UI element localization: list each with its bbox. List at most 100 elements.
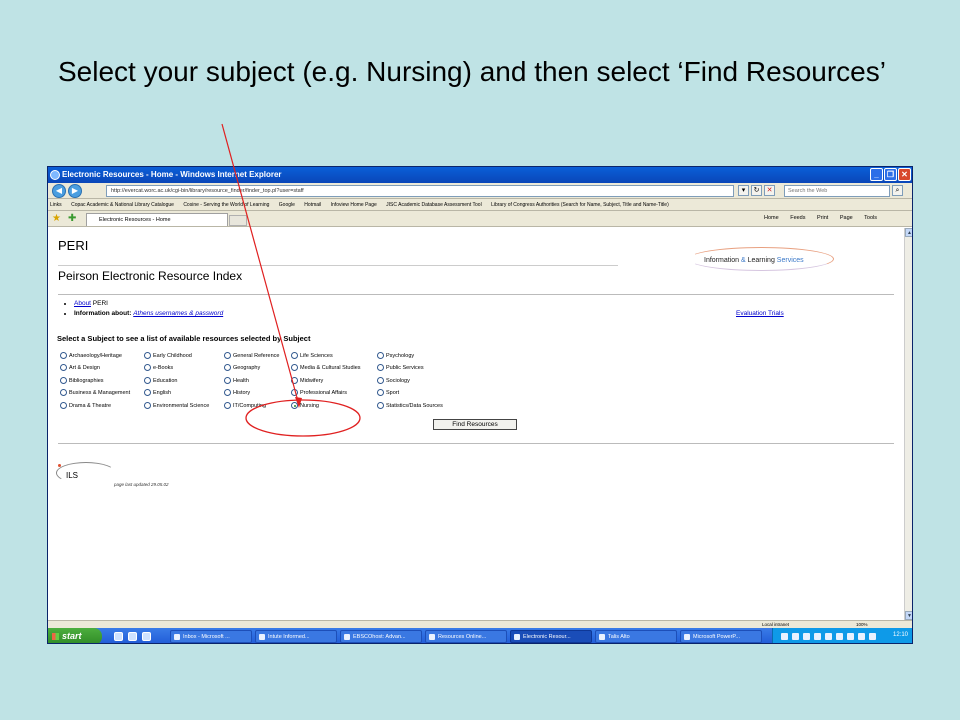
taskbar-item[interactable]: Intute Informed... bbox=[255, 630, 337, 643]
about-link[interactable]: About bbox=[74, 300, 91, 307]
restore-button[interactable]: ❐ bbox=[884, 168, 897, 181]
taskbar-item[interactable]: EBSCOhost: Advan... bbox=[340, 630, 422, 643]
taskbar-item[interactable]: Talis Alto bbox=[595, 630, 677, 643]
radio-icon[interactable] bbox=[224, 364, 231, 371]
radio-icon[interactable] bbox=[60, 402, 67, 409]
link-item[interactable]: Copac Academic & National Library Catalo… bbox=[71, 202, 174, 208]
tray-icon[interactable] bbox=[814, 633, 821, 640]
subject-option[interactable]: Archaeology/Heritage bbox=[60, 352, 122, 359]
radio-icon[interactable] bbox=[224, 402, 231, 409]
subject-option[interactable]: English bbox=[144, 389, 171, 396]
taskbar-item[interactable]: Inbox - Microsoft ... bbox=[170, 630, 252, 643]
add-favorites-icon[interactable]: ✚ bbox=[68, 213, 76, 224]
radio-icon[interactable] bbox=[377, 352, 384, 359]
tray-icon[interactable] bbox=[847, 633, 854, 640]
subject-option[interactable]: Statistics/Data Sources bbox=[377, 402, 443, 409]
subject-option[interactable]: Public Services bbox=[377, 364, 424, 371]
radio-icon[interactable] bbox=[144, 402, 151, 409]
link-item[interactable]: Google bbox=[279, 202, 295, 208]
subject-option[interactable]: Psychology bbox=[377, 352, 414, 359]
radio-icon[interactable] bbox=[291, 364, 298, 371]
stop-icon[interactable]: ✕ bbox=[764, 185, 775, 196]
ie-quicklaunch-icon[interactable] bbox=[128, 632, 137, 641]
subject-option[interactable]: General Reference bbox=[224, 352, 279, 359]
search-icon[interactable]: ⌕ bbox=[892, 185, 903, 196]
subject-option[interactable]: Health bbox=[224, 377, 249, 384]
back-button[interactable]: ◀ bbox=[52, 184, 66, 198]
radio-icon[interactable] bbox=[224, 389, 231, 396]
link-item[interactable]: Infoview Home Page bbox=[331, 202, 377, 208]
minimize-button[interactable]: _ bbox=[870, 168, 883, 181]
tray-icon[interactable] bbox=[858, 633, 865, 640]
tab-electronic-resources[interactable]: Electronic Resources - Home bbox=[86, 213, 228, 226]
radio-icon[interactable] bbox=[60, 389, 67, 396]
subject-option[interactable]: Professional Affairs bbox=[291, 389, 347, 396]
radio-icon[interactable] bbox=[377, 377, 384, 384]
tray-icon[interactable] bbox=[836, 633, 843, 640]
radio-icon[interactable] bbox=[60, 364, 67, 371]
subject-option[interactable]: Geography bbox=[224, 364, 260, 371]
scroll-up-icon[interactable]: ▲ bbox=[905, 228, 912, 237]
taskbar-item-active[interactable]: Electronic Resour... bbox=[510, 630, 592, 643]
home-icon[interactable]: Home bbox=[764, 215, 779, 221]
subject-option[interactable]: History bbox=[224, 389, 250, 396]
subject-option[interactable]: Sociology bbox=[377, 377, 410, 384]
page-menu[interactable]: Page bbox=[840, 215, 853, 221]
radio-icon[interactable] bbox=[60, 352, 67, 359]
taskbar-item[interactable]: Resources Online... bbox=[425, 630, 507, 643]
radio-icon[interactable] bbox=[291, 352, 298, 359]
zoom-level[interactable]: 100% bbox=[856, 622, 868, 627]
quicklaunch-icon[interactable] bbox=[114, 632, 123, 641]
radio-selected-icon[interactable] bbox=[291, 402, 298, 409]
link-item[interactable]: Library of Congress Authorities (Search … bbox=[491, 202, 669, 208]
link-item[interactable]: JISC Academic Database Assessment Tool bbox=[386, 202, 482, 208]
url-input[interactable]: http://evercat.worc.ac.uk/cgi-bin/librar… bbox=[106, 185, 734, 197]
dropdown-arrow-icon[interactable]: ▾ bbox=[738, 185, 749, 196]
close-button[interactable]: ✕ bbox=[898, 168, 911, 181]
tray-icon[interactable] bbox=[825, 633, 832, 640]
new-tab-button[interactable] bbox=[229, 215, 247, 226]
search-input[interactable]: Search the Web bbox=[784, 185, 890, 197]
subject-option[interactable]: Drama & Theatre bbox=[60, 402, 111, 409]
subject-option[interactable]: Early Childhood bbox=[144, 352, 192, 359]
subject-option[interactable]: Education bbox=[144, 377, 177, 384]
radio-icon[interactable] bbox=[291, 389, 298, 396]
subject-option[interactable]: Bibliographies bbox=[60, 377, 104, 384]
taskbar-item[interactable]: Microsoft PowerP... bbox=[680, 630, 762, 643]
link-item[interactable]: Cosine - Serving the World of Learning bbox=[183, 202, 269, 208]
athens-link[interactable]: Athens usernames & password bbox=[133, 310, 223, 317]
radio-icon[interactable] bbox=[60, 377, 67, 384]
subject-option-nursing[interactable]: Nursing bbox=[291, 402, 319, 409]
find-resources-button[interactable]: Find Resources bbox=[433, 419, 517, 430]
radio-icon[interactable] bbox=[144, 389, 151, 396]
subject-option[interactable]: Business & Management bbox=[60, 389, 130, 396]
tray-icon[interactable] bbox=[803, 633, 810, 640]
scroll-down-icon[interactable]: ▼ bbox=[905, 611, 912, 620]
evaluation-trials-link[interactable]: Evaluation Trials bbox=[736, 310, 784, 317]
forward-button[interactable]: ▶ bbox=[68, 184, 82, 198]
refresh-icon[interactable]: ↻ bbox=[751, 185, 762, 196]
tray-icon[interactable] bbox=[869, 633, 876, 640]
subject-option[interactable]: Sport bbox=[377, 389, 399, 396]
subject-option[interactable]: Art & Design bbox=[60, 364, 100, 371]
feeds-icon[interactable]: Feeds bbox=[790, 215, 805, 221]
radio-icon[interactable] bbox=[144, 377, 151, 384]
subject-option[interactable]: IT/Computing bbox=[224, 402, 266, 409]
vertical-scrollbar[interactable]: ▲ ▼ bbox=[904, 228, 912, 620]
tray-icon[interactable] bbox=[792, 633, 799, 640]
radio-icon[interactable] bbox=[224, 377, 231, 384]
radio-icon[interactable] bbox=[144, 352, 151, 359]
subject-option[interactable]: Life Sciences bbox=[291, 352, 333, 359]
link-item[interactable]: Hotmail bbox=[304, 202, 321, 208]
start-button[interactable]: start bbox=[48, 628, 102, 643]
subject-option[interactable]: e-Books bbox=[144, 364, 173, 371]
radio-icon[interactable] bbox=[144, 364, 151, 371]
print-icon[interactable]: Print bbox=[817, 215, 828, 221]
favorites-star-icon[interactable]: ★ bbox=[52, 213, 61, 224]
radio-icon[interactable] bbox=[224, 352, 231, 359]
subject-option[interactable]: Midwifery bbox=[291, 377, 323, 384]
radio-icon[interactable] bbox=[377, 389, 384, 396]
tray-icon[interactable] bbox=[781, 633, 788, 640]
tools-menu[interactable]: Tools bbox=[864, 215, 877, 221]
radio-icon[interactable] bbox=[377, 364, 384, 371]
